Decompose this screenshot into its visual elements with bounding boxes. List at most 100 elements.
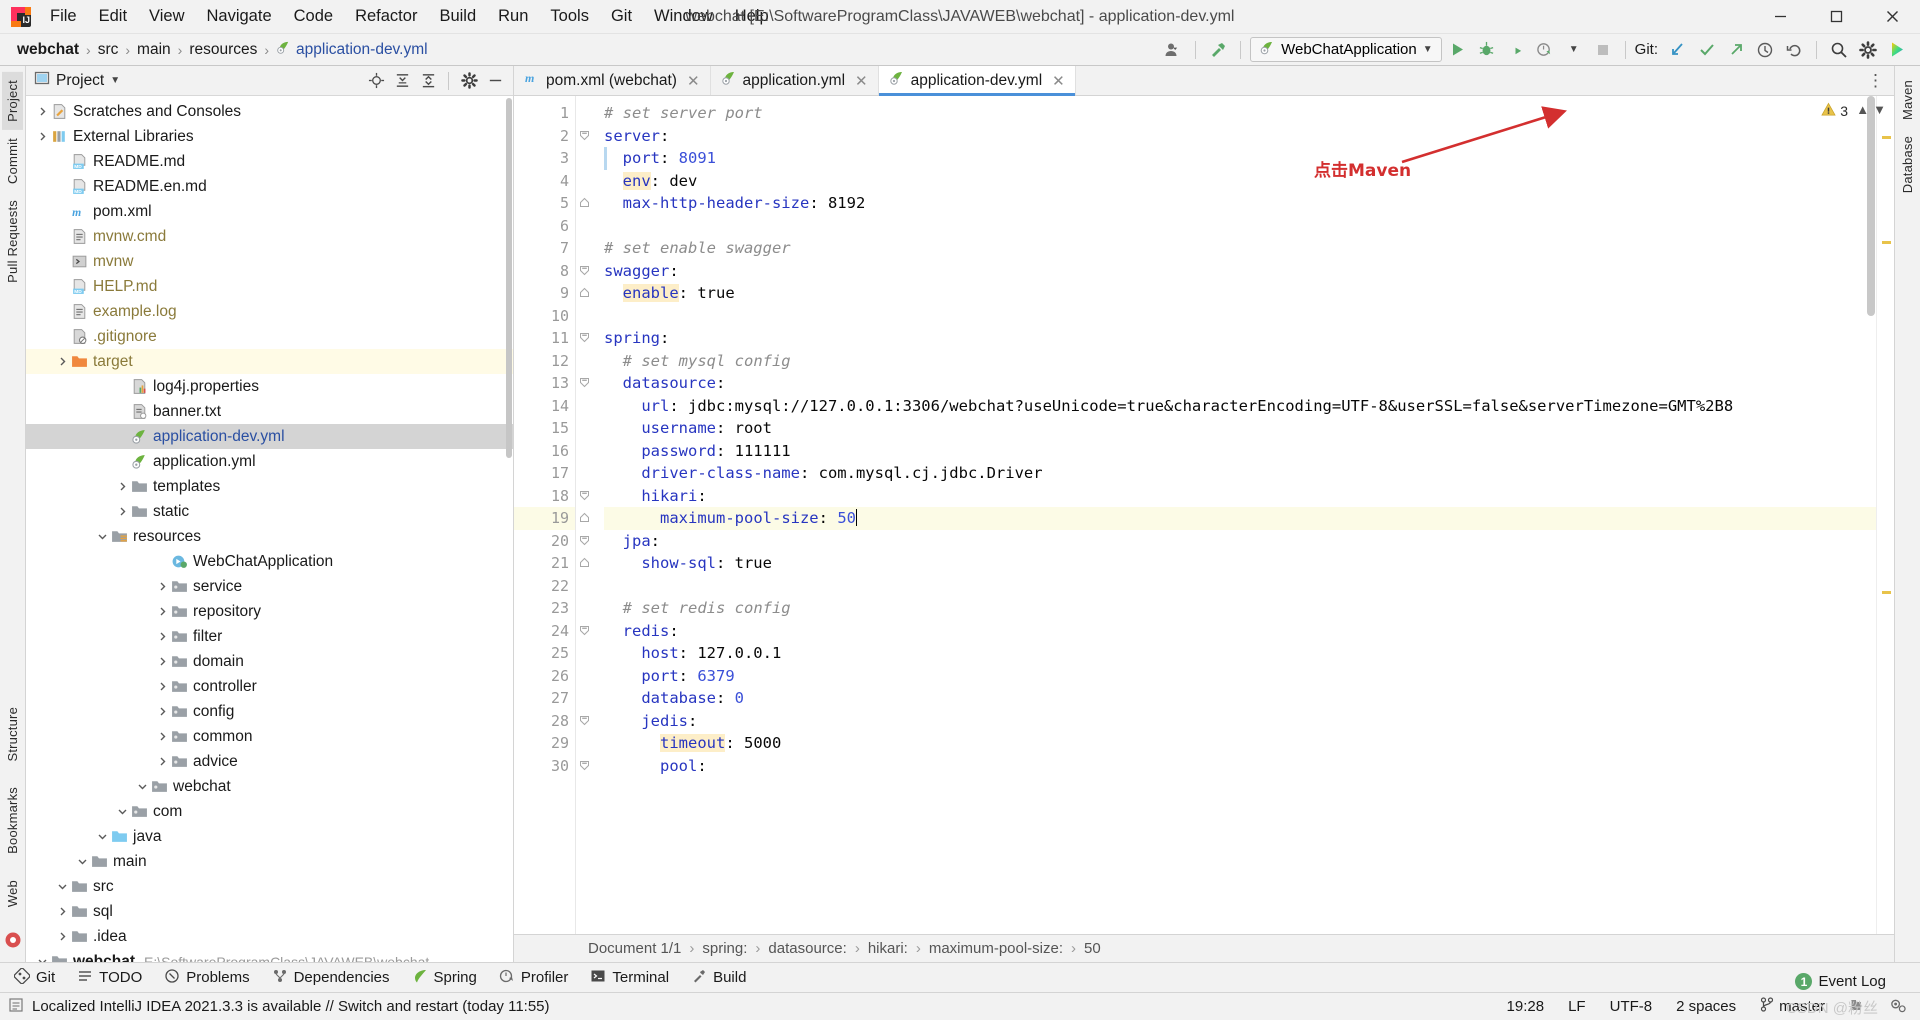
caret-position[interactable]: 19:28 bbox=[1503, 996, 1549, 1017]
close-button[interactable] bbox=[1864, 0, 1920, 33]
line-number[interactable]: 12 bbox=[514, 350, 575, 373]
git-push-icon[interactable] bbox=[1723, 37, 1749, 63]
line-number[interactable]: 4 bbox=[514, 170, 575, 193]
close-icon[interactable]: ✕ bbox=[1052, 72, 1065, 90]
run-icon[interactable] bbox=[1445, 37, 1471, 63]
code-line[interactable] bbox=[604, 305, 1876, 328]
line-number[interactable]: 15 bbox=[514, 417, 575, 440]
chevron-right-icon[interactable] bbox=[154, 731, 170, 742]
warning-marker[interactable] bbox=[1882, 136, 1891, 139]
event-log-label[interactable]: Event Log bbox=[1818, 973, 1886, 990]
code-line[interactable]: # set enable swagger bbox=[604, 237, 1876, 260]
git-commit-icon[interactable] bbox=[1694, 37, 1720, 63]
chevron-right-icon[interactable] bbox=[114, 481, 130, 492]
code-line[interactable] bbox=[604, 575, 1876, 598]
git-update-icon[interactable] bbox=[1665, 37, 1691, 63]
code-line[interactable]: url: jdbc:mysql://127.0.0.1:3306/webchat… bbox=[604, 395, 1876, 418]
tree-node-mvnw-cmd[interactable]: mvnw.cmd bbox=[26, 224, 513, 249]
code-line[interactable]: # set redis config bbox=[604, 597, 1876, 620]
line-number[interactable]: 18 bbox=[514, 485, 589, 508]
editor-tab-application-dev-yml[interactable]: application-dev.yml ✕ bbox=[878, 66, 1076, 96]
line-number[interactable]: 21 bbox=[514, 552, 589, 575]
sidebar-item-web[interactable]: Web bbox=[2, 872, 23, 915]
tree-node-readme-md[interactable]: MD README.md bbox=[26, 149, 513, 174]
maximize-button[interactable] bbox=[1808, 0, 1864, 33]
tree-node-service[interactable]: service bbox=[26, 574, 513, 599]
inspection-nav-arrows[interactable]: ▲ ▼ bbox=[1856, 102, 1886, 117]
code-line[interactable]: datasource: bbox=[604, 372, 1876, 395]
scrollbar-thumb[interactable] bbox=[506, 98, 512, 458]
code-line[interactable]: timeout: 5000 bbox=[604, 732, 1876, 755]
chevron-right-icon[interactable] bbox=[154, 656, 170, 667]
tree-node-log4j-properties[interactable]: log4j.properties bbox=[26, 374, 513, 399]
code-line[interactable]: maximum-pool-size: 50 bbox=[604, 507, 1876, 530]
close-icon[interactable]: ✕ bbox=[855, 72, 868, 90]
line-number[interactable]: 1 bbox=[514, 102, 575, 125]
code-content-wrapper[interactable]: # set server port server: port: 8091 env:… bbox=[576, 96, 1876, 934]
code-line[interactable]: jpa: bbox=[604, 530, 1876, 553]
line-number[interactable]: 29 bbox=[514, 732, 575, 755]
warning-marker[interactable] bbox=[1882, 241, 1891, 244]
chevron-right-icon[interactable] bbox=[154, 606, 170, 617]
menu-view[interactable]: View bbox=[139, 4, 194, 29]
sidebar-item-structure[interactable]: Structure bbox=[2, 699, 23, 770]
line-number[interactable]: 28 bbox=[514, 710, 589, 733]
tool-window-build[interactable]: Build bbox=[681, 965, 756, 991]
close-icon[interactable]: ✕ bbox=[687, 72, 700, 90]
tree-node-scratches-and-consoles[interactable]: Scratches and Consoles bbox=[26, 99, 513, 124]
chevron-down-icon[interactable]: ▼ bbox=[1873, 102, 1886, 117]
code-line[interactable]: show-sql: true bbox=[604, 552, 1876, 575]
code-line[interactable]: enable: true bbox=[604, 282, 1876, 305]
menu-code[interactable]: Code bbox=[284, 4, 343, 29]
run-with-coverage-icon[interactable] bbox=[1503, 37, 1529, 63]
editor-breadcrumb-item[interactable]: 50 bbox=[1080, 939, 1105, 958]
menu-tools[interactable]: Tools bbox=[540, 4, 599, 29]
locate-target-icon[interactable] bbox=[364, 69, 388, 93]
chevron-down-icon[interactable] bbox=[34, 956, 50, 962]
line-number[interactable]: 14 bbox=[514, 395, 575, 418]
tree-node-idea[interactable]: .idea bbox=[26, 924, 513, 949]
indent-setting[interactable]: 2 spaces bbox=[1672, 996, 1740, 1017]
line-number[interactable]: 26 bbox=[514, 665, 575, 688]
editor-breadcrumb-item[interactable]: datasource: bbox=[764, 939, 850, 958]
debug-icon[interactable] bbox=[1474, 37, 1500, 63]
editor-tab-bar[interactable]: m pom.xml (webchat) ✕ application.yml ✕ appli… bbox=[514, 66, 1894, 96]
window-controls[interactable] bbox=[1752, 0, 1920, 33]
editor-breadcrumb-item[interactable]: hikari: bbox=[864, 939, 912, 958]
code-line[interactable]: spring: bbox=[604, 327, 1876, 350]
git-history-icon[interactable] bbox=[1752, 37, 1778, 63]
tree-node-sql[interactable]: sql bbox=[26, 899, 513, 924]
editor-tab-pom-xml-webchat[interactable]: m pom.xml (webchat) ✕ bbox=[514, 66, 711, 95]
chevron-right-icon[interactable] bbox=[154, 581, 170, 592]
breadcrumb-resources[interactable]: resources bbox=[184, 39, 262, 61]
project-tree-scrollbar[interactable] bbox=[504, 96, 513, 962]
chevron-right-icon[interactable] bbox=[154, 756, 170, 767]
line-number[interactable]: 3 bbox=[514, 147, 575, 170]
sidebar-item-project[interactable]: Project bbox=[2, 72, 23, 130]
run-configuration-selector[interactable]: WebChatApplication ▼ bbox=[1250, 37, 1442, 62]
chevron-down-icon[interactable] bbox=[54, 881, 70, 892]
tree-node-main[interactable]: main bbox=[26, 849, 513, 874]
line-number[interactable]: 5 bbox=[514, 192, 589, 215]
chevron-right-icon[interactable] bbox=[114, 506, 130, 517]
tree-node-webchat[interactable]: webchat bbox=[26, 774, 513, 799]
line-number[interactable]: 7 bbox=[514, 237, 575, 260]
menu-bar[interactable]: File Edit View Navigate Code Refactor Bu… bbox=[40, 4, 779, 29]
code-line[interactable]: port: 8091 bbox=[604, 147, 1876, 170]
chevron-right-icon[interactable] bbox=[54, 356, 70, 367]
tree-node-filter[interactable]: filter bbox=[26, 624, 513, 649]
tool-window-todo[interactable]: TODO bbox=[67, 965, 152, 991]
code-line[interactable]: host: 127.0.0.1 bbox=[604, 642, 1876, 665]
sidebar-item-commit[interactable]: Commit bbox=[2, 130, 23, 192]
collapse-all-icon[interactable] bbox=[416, 69, 440, 93]
line-separator[interactable]: LF bbox=[1564, 996, 1590, 1017]
chevron-down-icon[interactable]: ▼ bbox=[1423, 44, 1433, 55]
chevron-down-icon[interactable]: ▼ bbox=[110, 75, 120, 86]
tree-node-external-libraries[interactable]: External Libraries bbox=[26, 124, 513, 149]
breadcrumb-webchat[interactable]: webchat bbox=[12, 39, 84, 61]
user-avatar-icon[interactable] bbox=[1160, 37, 1186, 63]
editor-breadcrumb-item[interactable]: Document 1/1 bbox=[584, 939, 685, 958]
tool-window-git[interactable]: Git bbox=[4, 965, 65, 991]
tree-node-java[interactable]: java bbox=[26, 824, 513, 849]
code-line[interactable]: hikari: bbox=[604, 485, 1876, 508]
